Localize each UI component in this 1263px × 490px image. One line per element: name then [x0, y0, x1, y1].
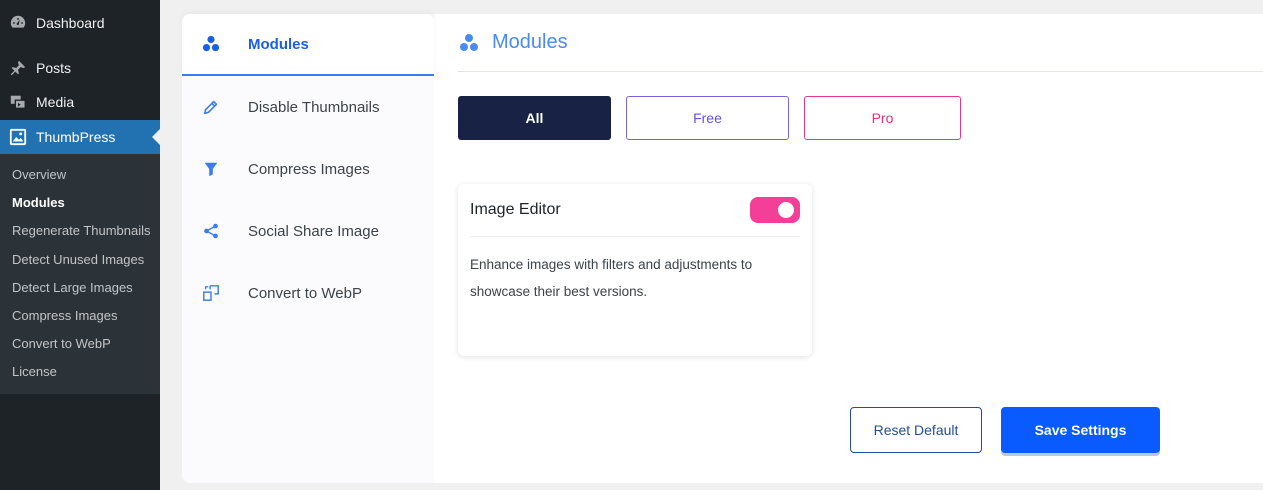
- reset-default-button[interactable]: Reset Default: [850, 407, 982, 453]
- menu-item-media[interactable]: Media: [0, 85, 160, 119]
- tab-convert-to-webp[interactable]: Convert to WebP: [182, 262, 434, 324]
- menu-item-label: Posts: [36, 60, 72, 76]
- pin-icon: [8, 58, 28, 78]
- filter-pro-button[interactable]: Pro: [804, 96, 961, 140]
- menu-item-thumbpress[interactable]: ThumbPress: [0, 120, 160, 154]
- submenu-overview[interactable]: Overview: [0, 161, 160, 189]
- tab-compress-images[interactable]: Compress Images: [182, 138, 434, 200]
- media-icon: [8, 92, 28, 112]
- dashboard-icon: [8, 13, 28, 33]
- wp-admin-sidebar: Dashboard Posts Media ThumbPress Overvie…: [0, 0, 160, 490]
- settings-panel: Modules Disable Thumbnails Compress Imag…: [182, 14, 1263, 483]
- thumbpress-submenu: Overview Modules Regenerate Thumbnails D…: [0, 154, 160, 394]
- modules-icon: [201, 34, 221, 54]
- submenu-license[interactable]: License: [0, 358, 160, 386]
- submenu-modules[interactable]: Modules: [0, 189, 160, 217]
- menu-item-posts[interactable]: Posts: [0, 51, 160, 85]
- submenu-regenerate-thumbnails[interactable]: Regenerate Thumbnails: [0, 217, 160, 245]
- tab-label: Convert to WebP: [248, 284, 362, 302]
- tab-label: Modules: [248, 35, 309, 53]
- page-title: Modules: [492, 31, 568, 53]
- menu-item-label: Dashboard: [36, 15, 105, 31]
- filter-free-button[interactable]: Free: [626, 96, 789, 140]
- thumbpress-icon: [8, 127, 28, 147]
- pencil-icon: [201, 97, 221, 117]
- tab-modules[interactable]: Modules: [182, 14, 434, 76]
- menu-item-dashboard[interactable]: Dashboard: [0, 6, 160, 40]
- tab-social-share-image[interactable]: Social Share Image: [182, 200, 434, 262]
- tab-label: Social Share Image: [248, 222, 379, 240]
- module-toggle[interactable]: [750, 197, 800, 223]
- submenu-convert-to-webp[interactable]: Convert to WebP: [0, 330, 160, 358]
- module-description: Enhance images with filters and adjustme…: [470, 257, 753, 299]
- menu-item-label: Media: [36, 94, 75, 110]
- module-card-header: Image Editor: [470, 184, 800, 237]
- modules-content: Modules All Free Pro Image Editor Enhanc…: [458, 14, 1263, 483]
- submenu-detect-unused-images[interactable]: Detect Unused Images: [0, 246, 160, 274]
- content-header: Modules: [458, 14, 1263, 72]
- modules-icon: [458, 32, 480, 54]
- module-title: Image Editor: [470, 201, 561, 218]
- settings-tab-nav: Modules Disable Thumbnails Compress Imag…: [182, 14, 434, 483]
- tab-label: Disable Thumbnails: [248, 98, 380, 116]
- funnel-icon: [201, 159, 221, 179]
- module-card-image-editor: Image Editor Enhance images with filters…: [458, 184, 812, 356]
- current-menu-arrow: [152, 129, 160, 145]
- tab-label: Compress Images: [248, 160, 370, 178]
- filter-all-button[interactable]: All: [458, 96, 611, 140]
- convert-icon: [201, 283, 221, 303]
- submenu-detect-large-images[interactable]: Detect Large Images: [0, 274, 160, 302]
- toggle-knob: [778, 202, 794, 218]
- tab-disable-thumbnails[interactable]: Disable Thumbnails: [182, 76, 434, 138]
- save-settings-button[interactable]: Save Settings: [1001, 407, 1160, 453]
- menu-item-label: ThumbPress: [36, 129, 116, 145]
- share-icon: [201, 221, 221, 241]
- submenu-compress-images[interactable]: Compress Images: [0, 302, 160, 330]
